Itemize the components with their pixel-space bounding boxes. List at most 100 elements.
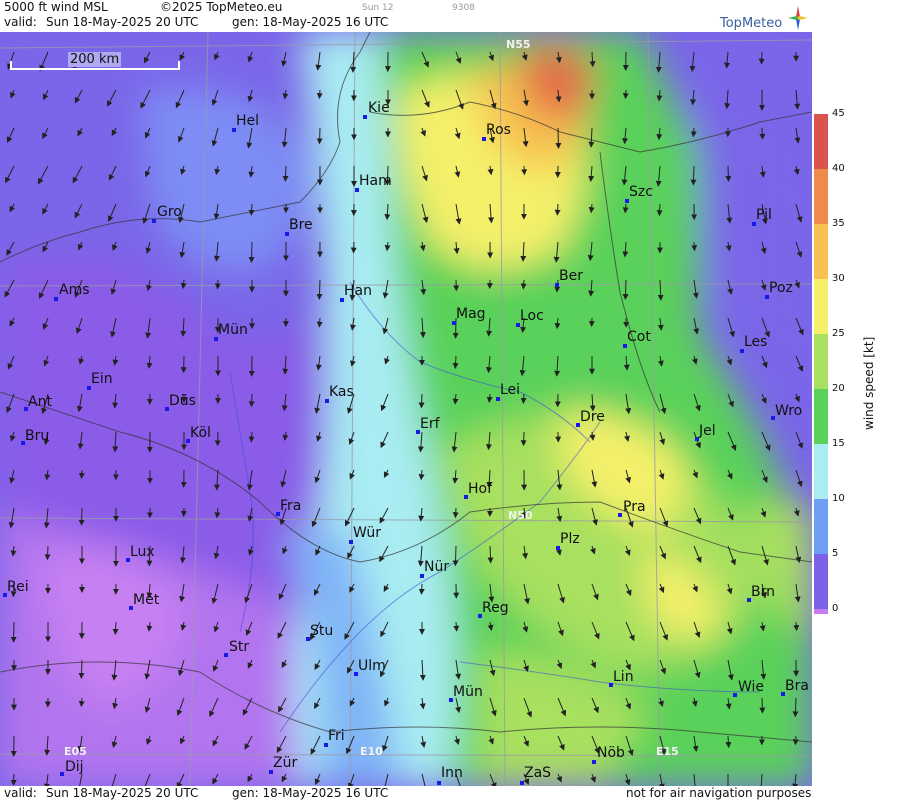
lat-label-n55: N55 — [506, 38, 531, 51]
city-mun-de[interactable]: Mün — [218, 322, 248, 338]
city-ros[interactable]: Ros — [486, 122, 511, 138]
legend-swatch — [814, 389, 828, 444]
wind-arrow — [793, 621, 800, 632]
wind-arrow — [78, 659, 85, 679]
wind-arrow — [350, 241, 357, 254]
city-wur[interactable]: Wür — [353, 525, 381, 541]
city-str[interactable]: Str — [229, 639, 249, 655]
city-bre[interactable]: Bre — [289, 217, 313, 233]
city-bra[interactable]: Bra — [785, 678, 809, 694]
city-ant[interactable]: Ant — [28, 394, 52, 410]
city-marker — [363, 115, 367, 119]
city-nur[interactable]: Nür — [424, 559, 449, 575]
city-marker — [54, 297, 58, 301]
city-mun[interactable]: Mün — [453, 684, 483, 700]
city-kol[interactable]: Köl — [190, 425, 211, 441]
city-hof[interactable]: Hof — [468, 481, 492, 497]
valid-time: Sun 18-May-2025 20 UTC — [46, 15, 199, 29]
wind-arrow — [78, 469, 85, 479]
wind-arrow — [44, 545, 51, 561]
footer-line: valid: Sun 18-May-2025 20 UTC gen: 18-Ma… — [0, 786, 812, 801]
wind-arrow — [622, 279, 629, 300]
city-jel[interactable]: Jel — [699, 423, 716, 439]
legend-swatch — [814, 554, 828, 609]
city-les[interactable]: Les — [744, 334, 767, 350]
wind-arrow — [248, 203, 255, 216]
city-gro[interactable]: Gro — [157, 204, 182, 220]
city-ein[interactable]: Ein — [91, 371, 113, 387]
lon-label-e05: E05 — [64, 745, 87, 758]
city-han[interactable]: Han — [344, 283, 372, 299]
city-erf[interactable]: Erf — [420, 416, 440, 432]
city-ulm[interactable]: Ulm — [358, 658, 386, 674]
wind-arrow — [248, 393, 255, 408]
city-plz[interactable]: Plz — [560, 531, 580, 547]
city-wro[interactable]: Wro — [775, 403, 802, 419]
city-kie[interactable]: Kie — [368, 100, 390, 116]
city-wie[interactable]: Wie — [738, 679, 764, 695]
scale-bar: 200 km — [10, 52, 180, 70]
legend-swatch — [814, 499, 828, 554]
city-loc[interactable]: Loc — [520, 308, 544, 324]
legend-tick-label: 40 — [832, 163, 845, 174]
wind-arrow — [248, 241, 255, 263]
wind-arrow — [316, 89, 323, 100]
city-hel[interactable]: Hel — [236, 113, 259, 129]
wind-map[interactable]: 200 km N55 N50 E05 E10 E15 Kie Hel Ros H… — [0, 32, 812, 786]
wind-field — [0, 32, 812, 786]
city-reg[interactable]: Reg — [482, 600, 509, 616]
header-line-2: valid: Sun 18-May-2025 20 UTC gen: 18-Ma… — [0, 15, 812, 31]
city-ber[interactable]: Ber — [559, 268, 583, 284]
city-lei[interactable]: Lei — [500, 382, 520, 398]
wind-arrow — [758, 51, 765, 65]
city-pra[interactable]: Pra — [623, 499, 646, 515]
city-fra[interactable]: Fra — [280, 498, 301, 514]
city-rei[interactable]: Rei — [7, 579, 29, 595]
city-fri[interactable]: Fri — [328, 728, 345, 744]
city-brn[interactable]: Brn — [751, 584, 775, 600]
wind-arrow — [520, 279, 527, 290]
wind-arrow — [418, 393, 425, 409]
wind-arrow — [453, 621, 460, 632]
city-nob[interactable]: Nöb — [597, 745, 625, 761]
legend-tick-label: 10 — [832, 493, 845, 504]
wind-arrow — [691, 241, 698, 252]
city-mag[interactable]: Mag — [456, 306, 486, 322]
city-bru[interactable]: Bru — [25, 428, 49, 444]
wind-arrow — [316, 317, 323, 328]
wind-arrow — [690, 165, 697, 186]
wind-arrow — [452, 545, 459, 567]
city-met[interactable]: Met — [133, 592, 159, 608]
code-label: 9308 — [452, 3, 475, 13]
wind-arrow — [792, 697, 799, 718]
city-zas[interactable]: ZaS — [524, 765, 551, 781]
wind-arrow — [78, 697, 85, 708]
city-marker — [592, 760, 596, 764]
city-cot[interactable]: Cot — [627, 329, 651, 345]
city-dre[interactable]: Dre — [580, 409, 605, 425]
wind-arrow — [78, 507, 85, 526]
city-ham[interactable]: Ham — [359, 173, 392, 189]
city-dus[interactable]: Düs — [169, 393, 196, 409]
footer-gen-time: gen: 18-May-2025 16 UTC — [232, 786, 389, 800]
city-lin[interactable]: Lin — [613, 669, 634, 685]
wind-arrow — [520, 393, 527, 404]
city-inn[interactable]: Inn — [441, 765, 463, 781]
city-marker — [60, 772, 64, 776]
wind-arrow — [725, 735, 732, 749]
city-kas[interactable]: Kas — [329, 384, 354, 400]
product-title: 5000 ft wind MSL — [4, 0, 108, 14]
wind-arrow — [520, 431, 527, 447]
city-dij[interactable]: Dij — [65, 759, 84, 775]
gen-time: gen: 18-May-2025 16 UTC — [232, 15, 389, 29]
city-pil[interactable]: Pil — [756, 207, 772, 223]
legend-colorbar — [814, 114, 828, 614]
city-szc[interactable]: Szc — [629, 184, 653, 200]
city-marker — [437, 781, 441, 785]
city-lux[interactable]: Lux — [130, 544, 155, 560]
city-poz[interactable]: Poz — [769, 280, 793, 296]
city-zur[interactable]: Zür — [273, 755, 297, 771]
city-stu[interactable]: Stu — [310, 623, 333, 639]
footer-valid-time: Sun 18-May-2025 20 UTC — [46, 786, 199, 800]
city-ams[interactable]: Ams — [59, 282, 90, 298]
